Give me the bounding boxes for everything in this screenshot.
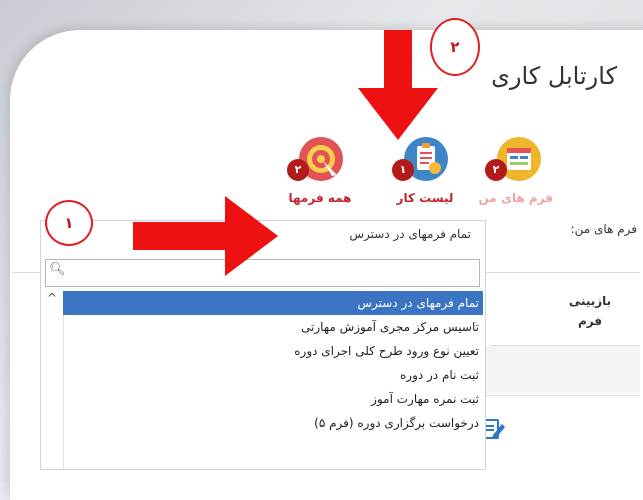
filter-label: فرم های من: — [570, 222, 637, 236]
annotation-arrow-right — [133, 196, 278, 276]
dropdown-selected-value[interactable]: تمام فرمهای در دسترس — [349, 227, 471, 241]
scroll-up-icon[interactable]: ^ — [47, 291, 57, 305]
dropdown-option[interactable]: تعیین نوع ورود طرح کلی اجرای دوره — [63, 339, 483, 363]
tile-badge: ۲ — [287, 159, 309, 181]
annotation-arrow-down — [358, 30, 438, 140]
dropdown-option[interactable]: ثبت نام در دوره — [63, 363, 483, 387]
tile-all-forms[interactable]: ۲ همه فرمها — [285, 137, 355, 212]
tile-my-forms[interactable]: ۲ فرم های من — [478, 137, 553, 212]
tile-label: لیست کار — [396, 191, 454, 205]
tile-label: فرم های من — [478, 191, 553, 205]
dropdown-option[interactable]: تمام فرمهای در دسترس — [63, 291, 483, 315]
dropdown-option[interactable]: ثبت نمره مهارت آموز — [63, 387, 483, 411]
table-row — [486, 346, 640, 394]
annotation-number-one: ۱ — [45, 200, 93, 246]
dropdown-list: تمام فرمهای در دسترس تاسیس مرکز مجری آمو… — [63, 291, 483, 435]
forms-table: بازبینی فرم — [486, 272, 640, 471]
tile-work-list[interactable]: ۱ لیست کار — [390, 137, 460, 212]
table-header-review: بازبینی فرم — [568, 294, 612, 328]
tile-label: همه فرمها — [288, 191, 352, 205]
dropdown-option[interactable]: درخواست برگزاری دوره (فرم ۵) — [63, 411, 483, 435]
dropdown-option[interactable]: تاسیس مرکز مجری آموزش مهارتی — [63, 315, 483, 339]
tile-badge: ۱ — [392, 159, 414, 181]
tile-badge: ۲ — [485, 159, 507, 181]
table-row-divider — [486, 395, 640, 396]
table-header-cell[interactable]: بازبینی فرم — [490, 273, 640, 346]
table-left-edge — [12, 272, 40, 471]
annotation-number-two: ۲ — [430, 18, 480, 76]
search-icon: 🔍︎ — [49, 262, 66, 277]
dropdown-scrollbar[interactable]: ^ — [43, 291, 64, 469]
